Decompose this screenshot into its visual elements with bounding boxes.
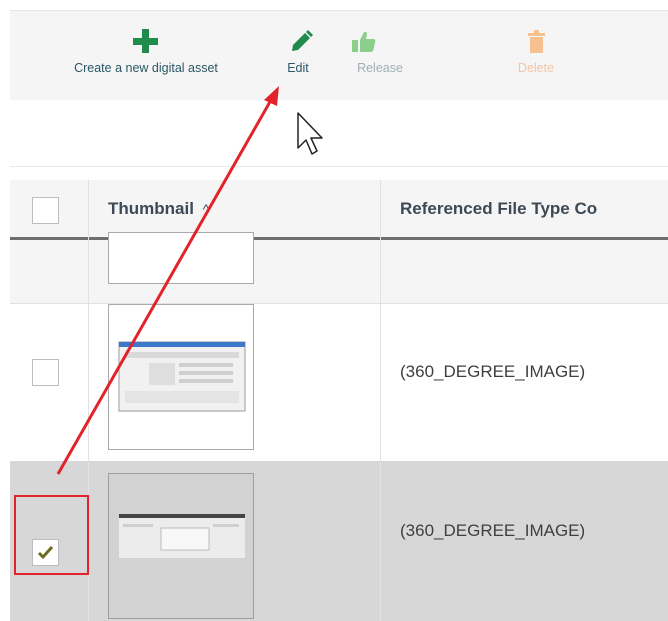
mouse-pointer-icon: [297, 112, 323, 155]
annotation-overlay: [56, 86, 323, 475]
annotation-arrow: [56, 86, 279, 475]
